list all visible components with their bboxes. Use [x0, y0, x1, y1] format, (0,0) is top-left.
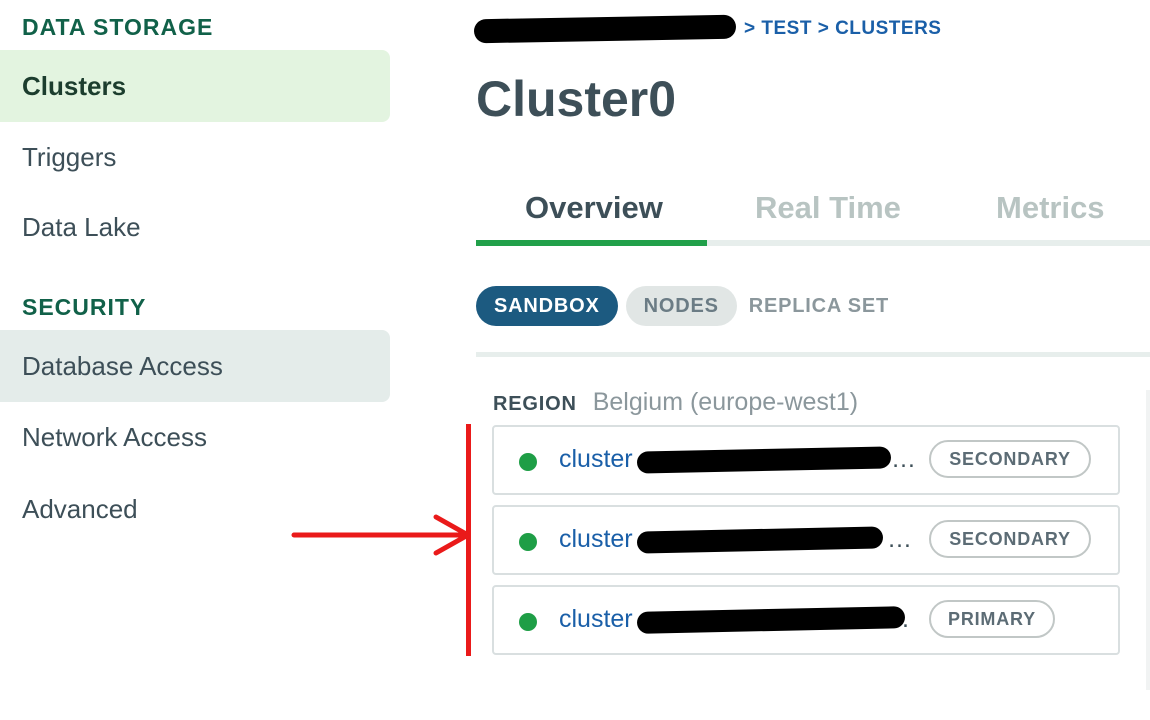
- status-dot-icon: [519, 533, 537, 551]
- annotation-arrow-icon: [291, 514, 471, 556]
- breadcrumb: > TEST > CLUSTERS: [473, 14, 941, 44]
- tab-real-time[interactable]: Real Time: [755, 190, 901, 226]
- node-role-badge: SECONDARY: [929, 440, 1091, 478]
- sandbox-pill[interactable]: SANDBOX: [476, 286, 618, 326]
- node-link[interactable]: cluster: [559, 525, 633, 554]
- node-name-ellipsis: .: [902, 605, 909, 633]
- tab-overview[interactable]: Overview: [525, 190, 663, 226]
- region-label: REGION: [493, 393, 577, 415]
- sidebar-item-clusters[interactable]: Clusters: [0, 50, 390, 122]
- sidebar: DATA STORAGE Clusters Triggers Data Lake…: [0, 0, 400, 720]
- node-row: cluster … SECONDARY: [492, 505, 1120, 575]
- node-link[interactable]: cluster: [559, 605, 633, 634]
- tab-metrics[interactable]: Metrics: [996, 190, 1105, 226]
- sidebar-item-network-access[interactable]: Network Access: [0, 401, 390, 473]
- region-value: Belgium (europe-west1): [592, 388, 859, 416]
- status-dot-icon: [519, 613, 537, 631]
- panel-edge: [1146, 390, 1150, 690]
- sidebar-item-data-lake[interactable]: Data Lake: [0, 191, 390, 263]
- node-role-badge: SECONDARY: [929, 520, 1091, 558]
- section-title-data-storage: DATA STORAGE: [22, 14, 214, 40]
- page-title: Cluster0: [476, 71, 677, 127]
- active-tab-indicator: [476, 240, 707, 246]
- node-link[interactable]: cluster: [559, 445, 633, 474]
- region-row: REGION Belgium (europe-west1): [493, 388, 858, 417]
- sidebar-item-database-access[interactable]: Database Access: [0, 330, 390, 402]
- status-dot-icon: [519, 453, 537, 471]
- redaction-mark: [473, 14, 737, 44]
- node-name-ellipsis: …: [891, 445, 916, 473]
- redaction-mark: [636, 606, 906, 634]
- nodes-pill[interactable]: NODES: [625, 286, 737, 326]
- redaction-mark: [636, 446, 892, 474]
- tab-bar: Overview Real Time Metrics: [476, 180, 1150, 246]
- node-name-ellipsis: …: [887, 525, 912, 553]
- node-role-badge: PRIMARY: [929, 600, 1055, 638]
- sidebar-item-triggers[interactable]: Triggers: [0, 121, 390, 193]
- section-title-security: SECURITY: [22, 294, 147, 320]
- node-row: cluster . PRIMARY: [492, 585, 1120, 655]
- redaction-mark: [636, 526, 884, 554]
- breadcrumb-trail[interactable]: > TEST > CLUSTERS: [744, 18, 941, 40]
- node-row: cluster … SECONDARY: [492, 425, 1120, 495]
- section-divider: [476, 352, 1150, 357]
- filter-pills: SANDBOX NODES REPLICA SET: [476, 286, 901, 326]
- replica-set-pill[interactable]: REPLICA SET: [745, 286, 893, 326]
